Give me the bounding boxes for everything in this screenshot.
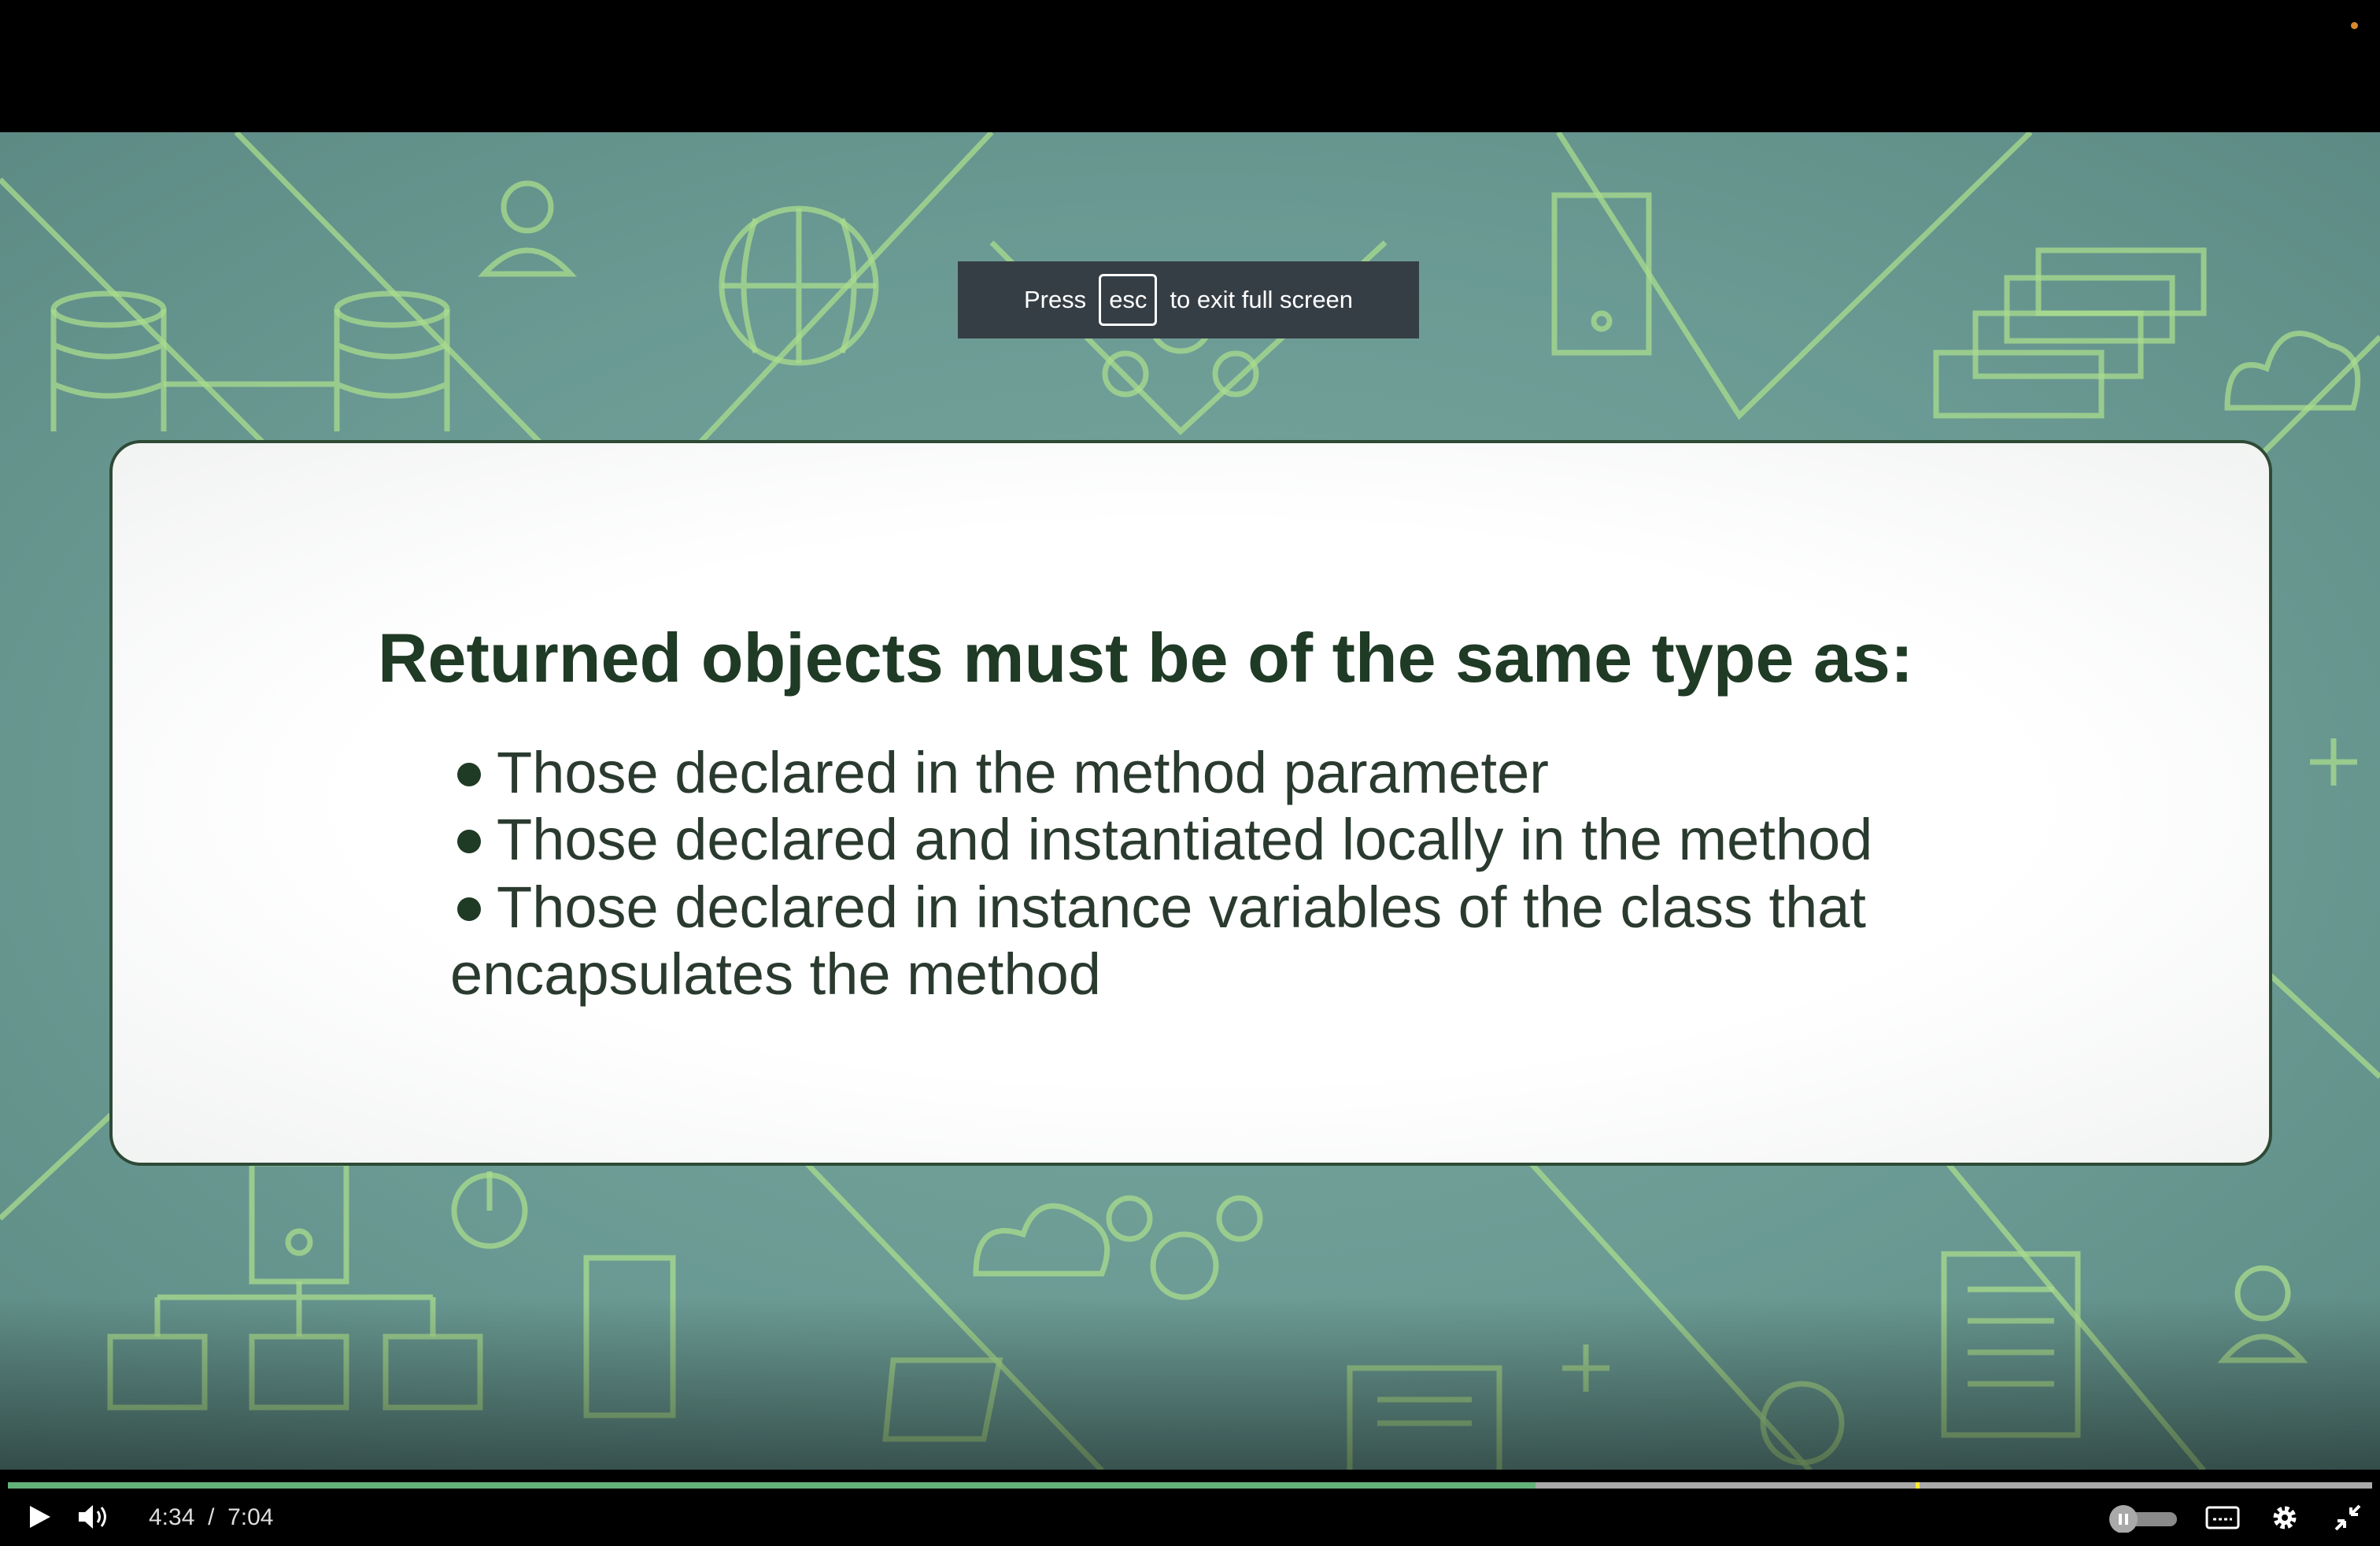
bullet-text: Those declared in the method parameter bbox=[497, 740, 1549, 805]
exit-fullscreen-icon[interactable] bbox=[2333, 1503, 2363, 1533]
bullet-item: Those declared in the method parameter bbox=[457, 739, 1549, 806]
bullet-text: Those declared in instance variables of … bbox=[497, 875, 1866, 940]
banner-press-text: Press bbox=[1023, 286, 1087, 313]
progress-played bbox=[8, 1482, 1536, 1489]
video-frame[interactable]: Press esc to exit full screen Returned o… bbox=[0, 132, 2380, 1470]
esc-key-badge: esc bbox=[1099, 274, 1158, 326]
slide-card: Returned objects must be of the same typ… bbox=[109, 440, 2272, 1166]
banner-suffix-text: to exit full screen bbox=[1170, 286, 1354, 313]
player-controls: 4:34 / 7:04 bbox=[0, 1470, 2380, 1546]
autoplay-toggle[interactable] bbox=[2106, 1504, 2180, 1533]
recording-indicator bbox=[2351, 22, 2358, 29]
progress-bar[interactable] bbox=[8, 1482, 2372, 1489]
captions-icon[interactable] bbox=[2205, 1506, 2240, 1529]
bullet-icon bbox=[457, 830, 481, 853]
slide-title: Returned objects must be of the same typ… bbox=[378, 619, 1914, 697]
settings-gear-icon[interactable] bbox=[2270, 1503, 2300, 1533]
duration: 7:04 bbox=[227, 1504, 274, 1530]
bullet-text: Those declared and instantiated locally … bbox=[497, 807, 1873, 872]
bullet-icon bbox=[457, 897, 481, 921]
time-display: 4:34 / 7:04 bbox=[149, 1504, 273, 1531]
bullet-icon bbox=[457, 763, 481, 786]
bullet-item: Those declared and instantiated locally … bbox=[457, 806, 1873, 873]
current-time: 4:34 bbox=[149, 1504, 195, 1530]
controls-gradient bbox=[0, 1297, 2380, 1470]
bullet-item: Those declared in instance variables of … bbox=[457, 874, 1866, 941]
time-separator: / bbox=[208, 1504, 215, 1530]
fullscreen-exit-banner: Press esc to exit full screen bbox=[958, 261, 1419, 338]
chapter-marker bbox=[1916, 1482, 1920, 1489]
bullet-continuation: encapsulates the method bbox=[450, 941, 1101, 1007]
play-icon[interactable] bbox=[27, 1504, 52, 1529]
volume-icon[interactable] bbox=[77, 1503, 112, 1531]
